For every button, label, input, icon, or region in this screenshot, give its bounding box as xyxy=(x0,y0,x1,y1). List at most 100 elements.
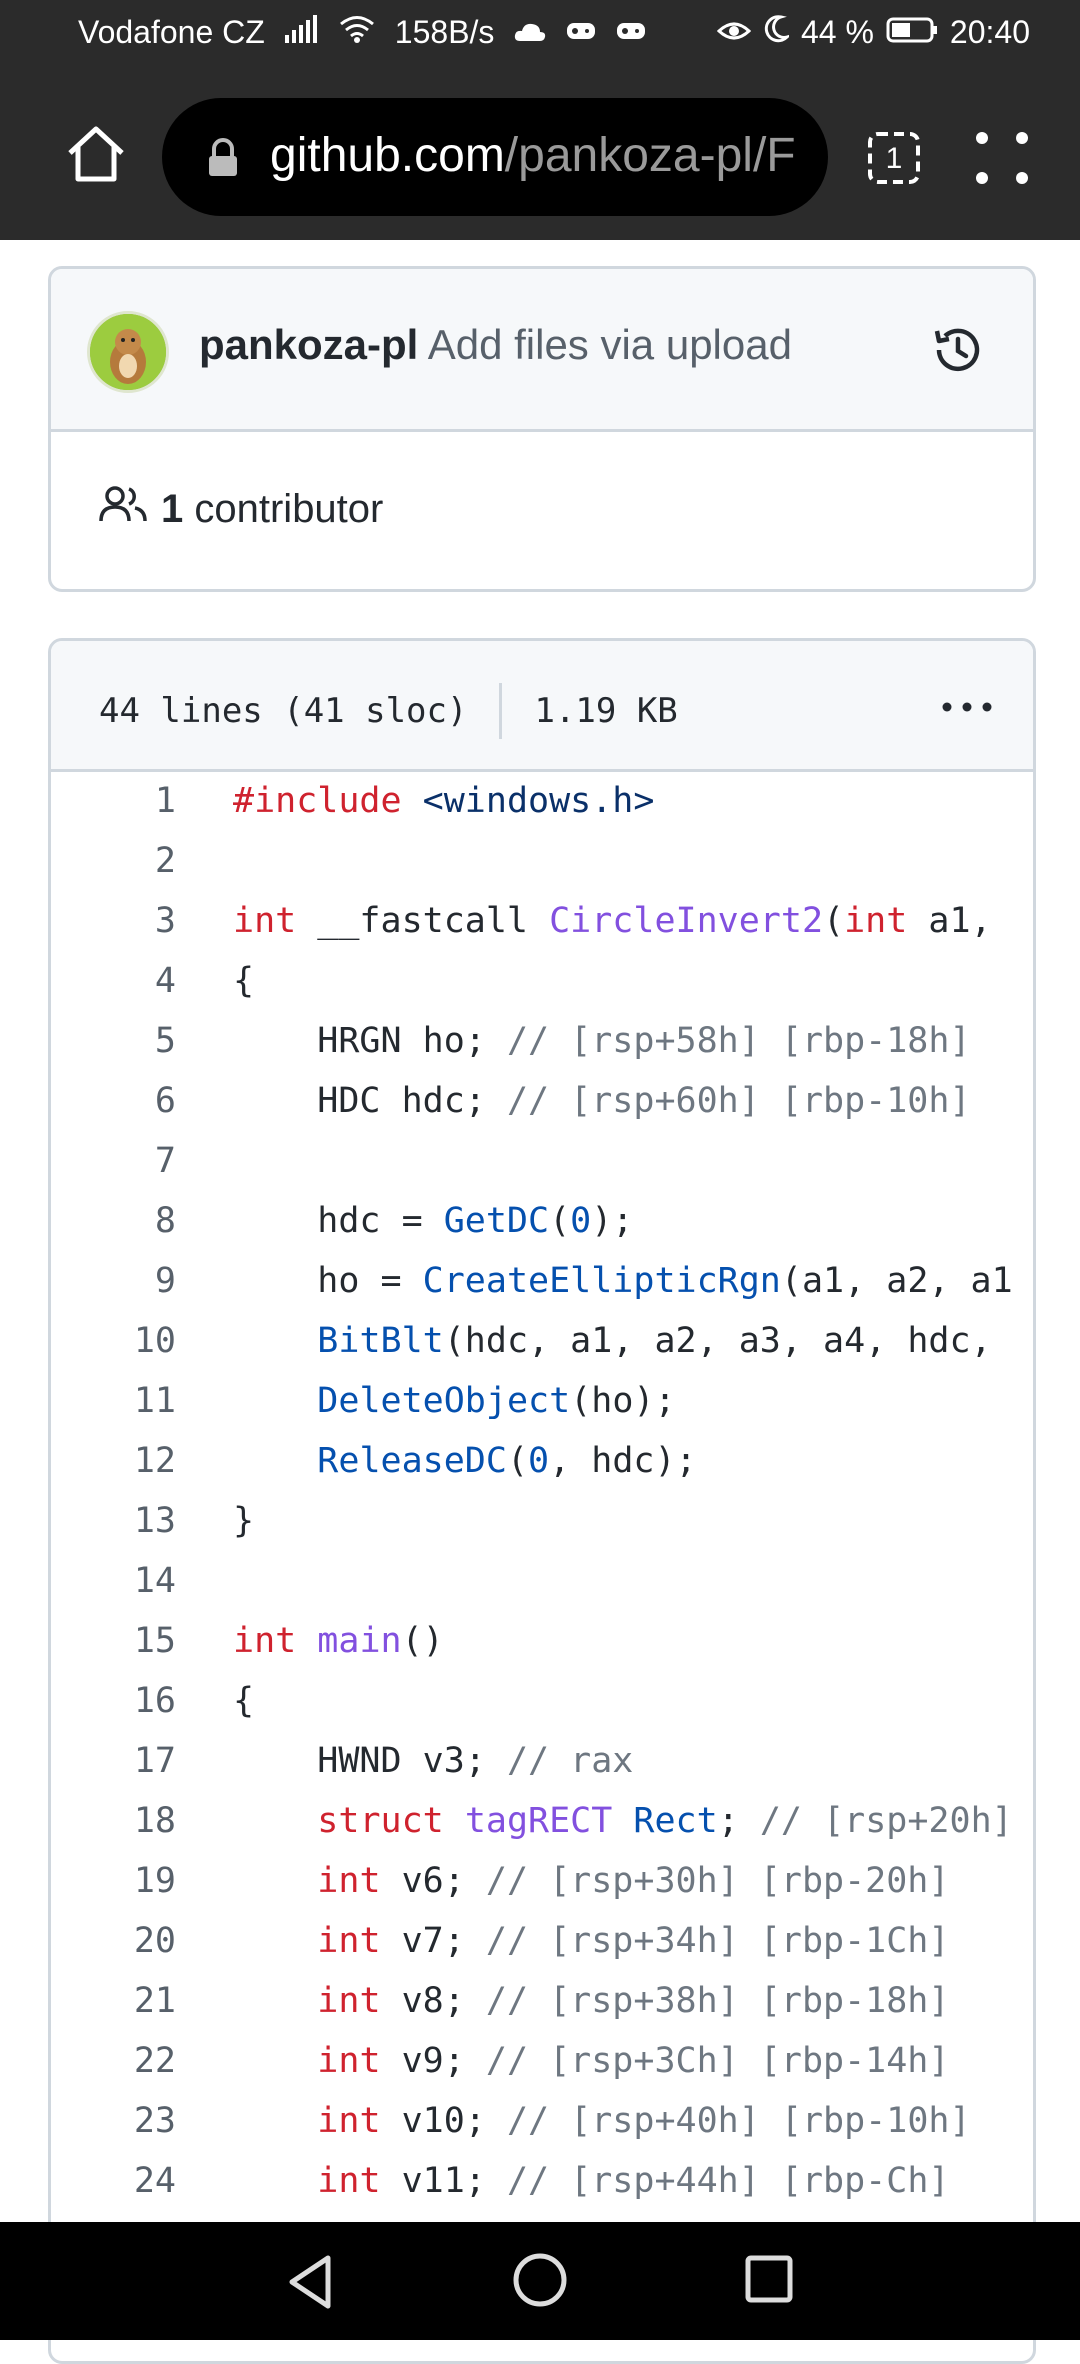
line-number[interactable]: 22 xyxy=(51,2041,176,2081)
carrier-label: Vodafone CZ xyxy=(78,14,265,50)
code-text: int v6; // [rsp+30h] [rbp-20h] xyxy=(233,1861,949,1901)
history-icon[interactable] xyxy=(931,323,985,377)
code-token: int xyxy=(317,1921,381,1961)
code-token: (ho); xyxy=(570,1381,676,1421)
code-line: 21 int v8; // [rsp+38h] [rbp-18h] xyxy=(51,1973,1033,2033)
code-text: DeleteObject(ho); xyxy=(233,1381,676,1421)
code-token: GetDC xyxy=(443,1201,550,1241)
code-token: main xyxy=(317,1621,402,1661)
wifi-icon xyxy=(339,14,375,51)
url-text: github.com/pankoza-pl/F xyxy=(270,128,796,183)
moon-icon xyxy=(763,14,793,51)
line-number[interactable]: 21 xyxy=(51,1981,176,2021)
code-token: () xyxy=(401,1621,444,1661)
address-bar[interactable]: github.com/pankoza-pl/F xyxy=(162,98,828,216)
more-options-icon[interactable] xyxy=(937,687,997,727)
code-line: 4{ xyxy=(51,953,1033,1013)
line-number[interactable]: 10 xyxy=(51,1321,176,1361)
code-text: int v8; // [rsp+38h] [rbp-18h] xyxy=(233,1981,949,2021)
code-token: , hdc); xyxy=(549,1441,697,1481)
line-number[interactable]: 13 xyxy=(51,1501,176,1541)
code-text: HDC hdc; // [rsp+60h] [rbp-10h] xyxy=(233,1081,970,1121)
code-text: } xyxy=(233,1501,254,1541)
line-number[interactable]: 9 xyxy=(51,1261,176,1301)
code-line: 12 ReleaseDC(0, hdc); xyxy=(51,1433,1033,1493)
lock-icon xyxy=(206,138,240,178)
line-number[interactable]: 4 xyxy=(51,961,176,1001)
code-line: 2 xyxy=(51,833,1033,893)
line-number[interactable]: 23 xyxy=(51,2101,176,2141)
code-token: // [rsp+30h] [rbp-20h] xyxy=(485,1861,950,1901)
line-number[interactable]: 1 xyxy=(51,781,176,821)
contributors-link[interactable]: 1 contributor xyxy=(99,485,383,533)
code-line: 7 xyxy=(51,1133,1033,1193)
code-line: 1 #include <windows.h> xyxy=(51,773,1033,833)
code-token: // [rsp+40h] [rbp-10h] xyxy=(506,2101,971,2141)
code-token: int xyxy=(233,1621,297,1661)
line-number[interactable]: 15 xyxy=(51,1621,176,1661)
code-token: int xyxy=(317,2161,381,2201)
code-text: #include <windows.h> xyxy=(233,781,654,821)
back-icon[interactable] xyxy=(282,2252,342,2312)
code-text: int main() xyxy=(233,1621,444,1661)
avatar[interactable] xyxy=(87,311,169,393)
code-token: Rect xyxy=(633,1801,718,1841)
line-number[interactable]: 5 xyxy=(51,1021,176,1061)
code-line: 8 hdc = GetDC(0); xyxy=(51,1193,1033,1253)
code-token: hdc = xyxy=(233,1201,444,1241)
line-number[interactable]: 16 xyxy=(51,1681,176,1721)
code-token: int xyxy=(317,2101,381,2141)
line-number[interactable]: 2 xyxy=(51,841,176,881)
home-icon[interactable] xyxy=(60,117,132,189)
code-token: { xyxy=(233,1681,255,1721)
code-token: v11; xyxy=(380,2161,507,2201)
code-line: 24 int v11; // [rsp+44h] [rbp-Ch] xyxy=(51,2153,1033,2213)
game-icon-2 xyxy=(616,14,646,51)
line-number[interactable]: 20 xyxy=(51,1921,176,1961)
commit-author-link[interactable]: pankoza-pl xyxy=(199,321,418,368)
game-icon xyxy=(566,14,596,51)
code-text: int v7; // [rsp+34h] [rbp-1Ch] xyxy=(233,1921,949,1961)
network-speed: 158B/s xyxy=(394,14,495,50)
code-token: (a1, a2, a1 xyxy=(780,1261,1013,1301)
line-number[interactable]: 3 xyxy=(51,901,176,941)
line-number[interactable]: 18 xyxy=(51,1801,176,1841)
code-line: 17 HWND v3; // rax xyxy=(51,1733,1033,1793)
code-token: (hdc, a1, a2, a3, a4, hdc, xyxy=(443,1321,992,1361)
code-token: BitBlt xyxy=(317,1321,444,1361)
contributors-count: 1 xyxy=(161,486,184,531)
commit-message-link[interactable]: Add files via upload xyxy=(428,321,792,368)
line-number[interactable]: 11 xyxy=(51,1381,176,1421)
home-circle-icon[interactable] xyxy=(512,2252,568,2308)
code-token: CreateEllipticRgn xyxy=(422,1261,781,1301)
line-number[interactable]: 7 xyxy=(51,1141,176,1181)
line-number[interactable]: 12 xyxy=(51,1441,176,1481)
code-text: int v10; // [rsp+40h] [rbp-10h] xyxy=(233,2101,971,2141)
code-line: 6 HDC hdc; // [rsp+60h] [rbp-10h] xyxy=(51,1073,1033,1133)
recents-icon[interactable] xyxy=(744,2254,794,2304)
line-number[interactable]: 24 xyxy=(51,2161,176,2201)
tab-switcher-button[interactable]: 1 xyxy=(866,130,922,186)
code-token: struct xyxy=(317,1801,444,1841)
line-number[interactable]: 17 xyxy=(51,1741,176,1781)
code-text: HWND v3; // rax xyxy=(233,1741,633,1781)
code-token: <windows.h> xyxy=(422,781,655,821)
code-text: { xyxy=(233,961,254,1001)
battery-icon xyxy=(886,14,938,51)
line-number[interactable]: 6 xyxy=(51,1081,176,1121)
browser-menu-icon[interactable] xyxy=(974,130,1030,186)
file-viewer: 44 lines (41 sloc) 1.19 KB 1 #include <wi… xyxy=(48,638,1036,2364)
code-token: #include xyxy=(233,781,402,821)
line-number[interactable]: 8 xyxy=(51,1201,176,1241)
line-number[interactable]: 14 xyxy=(51,1561,176,1601)
code-text: struct tagRECT Rect; // [rsp+20h] xyxy=(233,1801,1012,1841)
line-number[interactable]: 19 xyxy=(51,1861,176,1901)
code-line: 20 int v7; // [rsp+34h] [rbp-1Ch] xyxy=(51,1913,1033,1973)
code-token: int xyxy=(317,1981,381,2021)
